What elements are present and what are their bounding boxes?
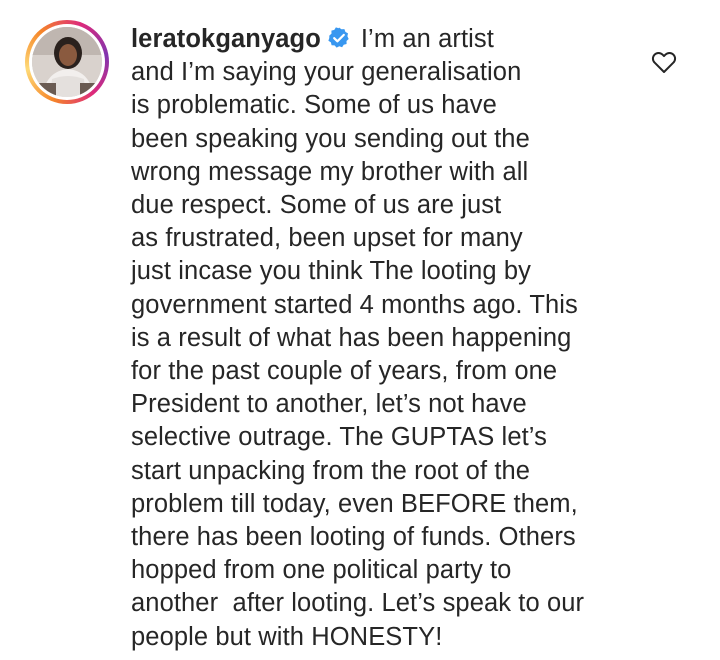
comment-line: due respect. Some of us are just [131,191,502,220]
comment-line: been speaking you sending out the [131,124,530,153]
avatar-photo [32,27,102,97]
comment-line: selective outrage. The GUPTAS let’s [131,423,547,452]
comment-line: government started 4 months ago. This [131,290,578,319]
verified-badge-icon [328,27,349,48]
comment-first-line-text: I’m an artist [360,25,494,53]
avatar[interactable] [32,27,102,97]
comment-line: hopped from one political party to [131,556,512,585]
comment-first-line: leratokganyago I’m an artist [131,23,631,56]
comment-line: wrong message my brother with all [131,157,529,186]
heart-outline-icon[interactable] [651,50,677,74]
comment-line: people but with HONESTY! [131,622,443,651]
comment-line: President to another, let’s not have [131,390,527,419]
avatar-story-ring[interactable] [25,20,109,104]
comment-line: and I’m saying your generalisation [131,58,522,87]
comment-line: just incase you think The looting by [131,257,532,286]
comment-line: for the past couple of years, from one [131,357,558,386]
comment: leratokganyago I’m an artist and I’m sayi… [0,0,720,660]
comment-line: as frustrated, been upset for many [131,224,523,253]
username-link[interactable]: leratokganyago [131,25,321,53]
comment-text: leratokganyago I’m an artist and I’m sayi… [131,23,631,654]
comment-line: is a result of what has been happening [131,323,572,352]
comment-line: there has been looting of funds. Others [131,523,576,552]
avatar-ring-gap [29,24,105,100]
comment-line: problem till today, even BEFORE them, [131,489,578,518]
comment-line: is problematic. Some of us have [131,91,497,120]
comment-line: start unpacking from the root of the [131,456,531,485]
comment-line: another after looting. Let’s speak to ou… [131,589,585,618]
